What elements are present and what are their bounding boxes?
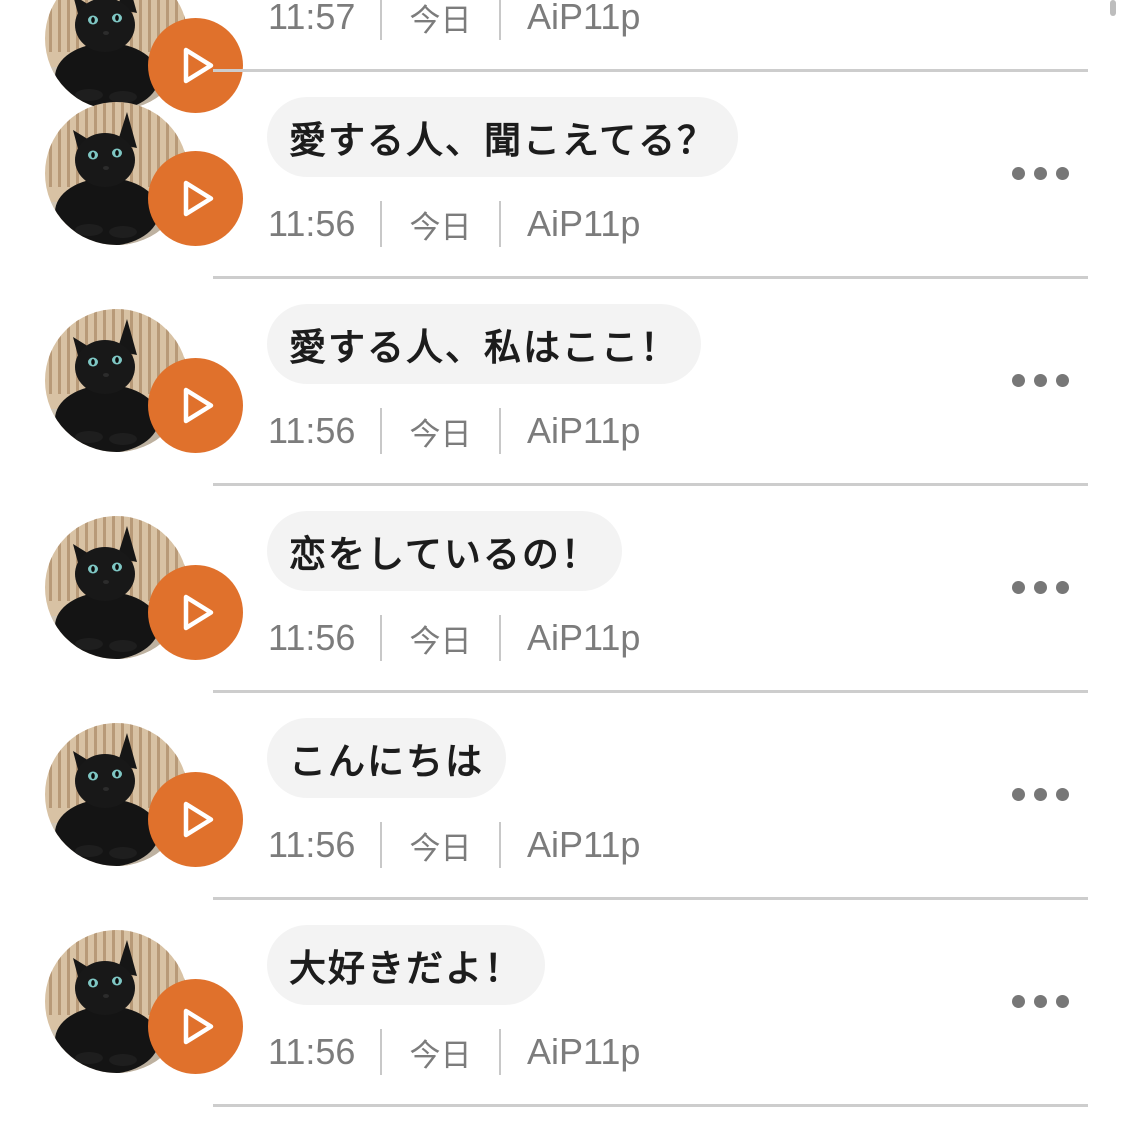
play-button[interactable] xyxy=(148,979,243,1074)
more-options-button[interactable] xyxy=(1008,154,1082,194)
message-meta: 11:56 今日 AiP11p xyxy=(268,614,640,662)
message-time: 11:56 xyxy=(268,617,356,658)
play-triangle-icon xyxy=(183,801,214,838)
message-meta: 11:56 今日 AiP11p xyxy=(268,1028,640,1076)
more-options-button[interactable] xyxy=(1008,361,1082,401)
message-time: 11:56 xyxy=(268,410,356,451)
message-text: 愛する人、聞こえてる？ xyxy=(289,119,717,162)
more-options-button[interactable] xyxy=(1008,568,1082,608)
dot-icon xyxy=(1012,995,1025,1008)
message-date: 今日 xyxy=(409,830,472,867)
message-bubble[interactable]: 愛する人、聞こえてる？ xyxy=(267,97,739,177)
dot-icon xyxy=(1034,374,1047,387)
row-divider xyxy=(213,897,1088,900)
list-item[interactable]: 大好きだよ！ 11:56 今日 AiP11p xyxy=(0,902,1125,1109)
message-date: 今日 xyxy=(409,209,472,246)
play-button[interactable] xyxy=(148,358,243,453)
message-bubble[interactable]: 恋をしているの！ xyxy=(267,511,622,591)
message-device: AiP11p xyxy=(527,1031,641,1072)
message-device: AiP11p xyxy=(527,410,641,451)
message-bubble[interactable]: 大好きだよ！ xyxy=(267,925,545,1005)
scrollbar[interactable] xyxy=(1110,0,1116,16)
message-time: 11:56 xyxy=(268,824,356,865)
row-divider xyxy=(213,483,1088,486)
message-time: 11:57 xyxy=(268,0,356,37)
play-button[interactable] xyxy=(148,772,243,867)
message-meta: 11:56 今日 AiP11p xyxy=(268,200,640,248)
play-triangle-icon xyxy=(183,180,214,217)
message-text: こんにちは xyxy=(289,740,484,783)
row-divider xyxy=(213,276,1088,279)
more-options-button[interactable] xyxy=(1008,982,1082,1022)
list-item[interactable]: 恋をしているの！ 11:56 今日 AiP11p xyxy=(0,488,1125,695)
play-triangle-icon xyxy=(183,387,214,424)
dot-icon xyxy=(1034,788,1047,801)
dot-icon xyxy=(1012,374,1025,387)
dot-icon xyxy=(1056,167,1069,180)
dot-icon xyxy=(1034,167,1047,180)
list-item[interactable]: 愛する人、私はここ！ 11:56 今日 AiP11p xyxy=(0,281,1125,488)
voice-message-list[interactable]: 11:57 今日 AiP11p 愛する人、聞こえてる？ 11:56 今日 AiP… xyxy=(0,0,1125,1125)
dot-icon xyxy=(1012,788,1025,801)
dot-icon xyxy=(1056,374,1069,387)
message-meta: 11:57 今日 AiP11p xyxy=(268,0,640,41)
message-device: AiP11p xyxy=(527,0,641,37)
message-time: 11:56 xyxy=(268,1031,356,1072)
play-button[interactable] xyxy=(148,151,243,246)
message-meta: 11:56 今日 AiP11p xyxy=(268,821,640,869)
dot-icon xyxy=(1056,995,1069,1008)
message-meta: 11:56 今日 AiP11p xyxy=(268,407,640,455)
message-time: 11:56 xyxy=(268,203,356,244)
dot-icon xyxy=(1034,581,1047,594)
row-divider xyxy=(213,690,1088,693)
dot-icon xyxy=(1056,581,1069,594)
play-triangle-icon xyxy=(183,594,214,631)
list-item[interactable]: こんにちは 11:56 今日 AiP11p xyxy=(0,695,1125,902)
more-options-button[interactable] xyxy=(1008,775,1082,815)
message-text: 大好きだよ！ xyxy=(289,947,523,990)
message-device: AiP11p xyxy=(527,203,641,244)
message-date: 今日 xyxy=(409,416,472,453)
dot-icon xyxy=(1012,167,1025,180)
message-bubble[interactable]: 愛する人、私はここ！ xyxy=(267,304,701,384)
list-item[interactable]: 愛する人、聞こえてる？ 11:56 今日 AiP11p xyxy=(0,74,1125,281)
message-text: 愛する人、私はここ！ xyxy=(289,326,679,369)
message-device: AiP11p xyxy=(527,617,641,658)
list-item-partial[interactable]: 11:57 今日 AiP11p xyxy=(0,0,1125,113)
message-device: AiP11p xyxy=(527,824,641,865)
play-triangle-icon xyxy=(183,1008,214,1045)
row-divider xyxy=(213,1104,1088,1107)
message-date: 今日 xyxy=(409,2,472,39)
dot-icon xyxy=(1056,788,1069,801)
message-text: 恋をしているの！ xyxy=(289,533,600,576)
dot-icon xyxy=(1034,995,1047,1008)
message-date: 今日 xyxy=(409,1037,472,1074)
row-divider xyxy=(213,69,1088,72)
message-date: 今日 xyxy=(409,623,472,660)
dot-icon xyxy=(1012,581,1025,594)
message-bubble[interactable]: こんにちは xyxy=(267,718,506,798)
play-button[interactable] xyxy=(148,565,243,660)
